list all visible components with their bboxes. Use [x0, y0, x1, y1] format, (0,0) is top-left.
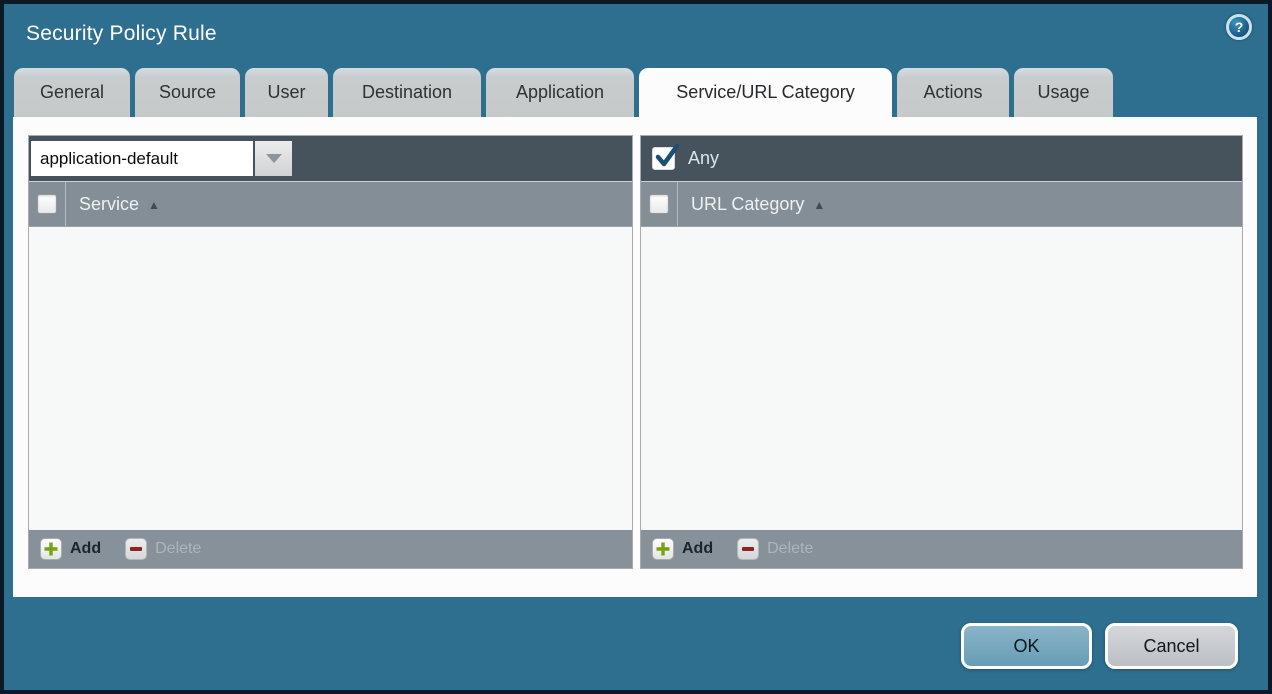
service-select-all-checkbox[interactable]: [37, 194, 57, 214]
ok-button[interactable]: OK: [961, 623, 1092, 669]
tab-usage[interactable]: Usage: [1014, 68, 1113, 117]
service-add-button[interactable]: Add: [40, 538, 101, 560]
any-checkbox-row: Any: [643, 147, 719, 170]
service-column-sort[interactable]: Service ▲: [79, 194, 160, 215]
delete-minus-icon: [737, 538, 759, 560]
column-divider: [65, 182, 66, 226]
checkmark-icon: [653, 144, 680, 171]
url-category-add-button[interactable]: Add: [652, 538, 713, 560]
url-category-list-body: [641, 227, 1242, 530]
any-label: Any: [688, 148, 719, 169]
service-delete-button[interactable]: Delete: [125, 538, 201, 560]
url-category-select-all-checkbox[interactable]: [649, 194, 669, 214]
tab-destination[interactable]: Destination: [333, 68, 481, 117]
help-icon[interactable]: ?: [1226, 14, 1252, 40]
service-toolbar: Add Delete: [29, 530, 632, 568]
service-add-label: Add: [70, 540, 101, 558]
tab-service-url-category[interactable]: Service/URL Category: [639, 68, 892, 117]
dialog-titlebar: Security Policy Rule ?: [4, 4, 1268, 64]
url-category-delete-button[interactable]: Delete: [737, 538, 813, 560]
url-category-column-label: URL Category: [691, 194, 804, 215]
chevron-down-icon: [266, 154, 282, 163]
service-url-category-tab-panel: application-default Service ▲: [13, 117, 1257, 597]
url-category-delete-label: Delete: [767, 540, 813, 558]
tab-application[interactable]: Application: [486, 68, 634, 117]
sort-ascending-icon: ▲: [148, 197, 160, 211]
tab-user[interactable]: User: [245, 68, 328, 117]
sort-ascending-icon: ▲: [813, 197, 825, 211]
column-divider: [677, 182, 678, 226]
tab-general[interactable]: General: [14, 68, 130, 117]
tab-strip: General Source User Destination Applicat…: [14, 68, 1113, 117]
url-category-panel-header: Any: [641, 136, 1242, 182]
url-category-panel: Any URL Category ▲ Add: [640, 135, 1243, 569]
url-category-select-all-cell: [641, 182, 677, 226]
dialog-title: Security Policy Rule: [26, 22, 217, 46]
add-plus-icon: [652, 538, 674, 560]
add-plus-icon: [40, 538, 62, 560]
url-category-add-label: Add: [682, 540, 713, 558]
service-delete-label: Delete: [155, 540, 201, 558]
tab-actions[interactable]: Actions: [897, 68, 1009, 117]
url-category-column-header: URL Category ▲: [641, 182, 1242, 227]
dialog-footer: OK Cancel: [961, 623, 1238, 669]
url-category-toolbar: Add Delete: [641, 530, 1242, 568]
url-category-column-sort[interactable]: URL Category ▲: [691, 194, 825, 215]
delete-minus-icon: [125, 538, 147, 560]
service-select-all-cell: [29, 182, 65, 226]
service-type-dropdown-value[interactable]: application-default: [31, 141, 253, 176]
help-glyph: ?: [1235, 19, 1244, 35]
service-column-header: Service ▲: [29, 182, 632, 227]
service-panel: application-default Service ▲: [28, 135, 633, 569]
service-type-dropdown[interactable]: application-default: [31, 141, 292, 176]
service-list-body: [29, 227, 632, 530]
service-column-label: Service: [79, 194, 139, 215]
service-panel-header: application-default: [29, 136, 632, 182]
cancel-button[interactable]: Cancel: [1105, 623, 1238, 669]
any-checkbox[interactable]: [652, 147, 675, 170]
tab-source[interactable]: Source: [135, 68, 240, 117]
service-type-dropdown-button[interactable]: [255, 141, 292, 176]
security-policy-rule-dialog: Security Policy Rule ? General Source Us…: [0, 0, 1272, 694]
